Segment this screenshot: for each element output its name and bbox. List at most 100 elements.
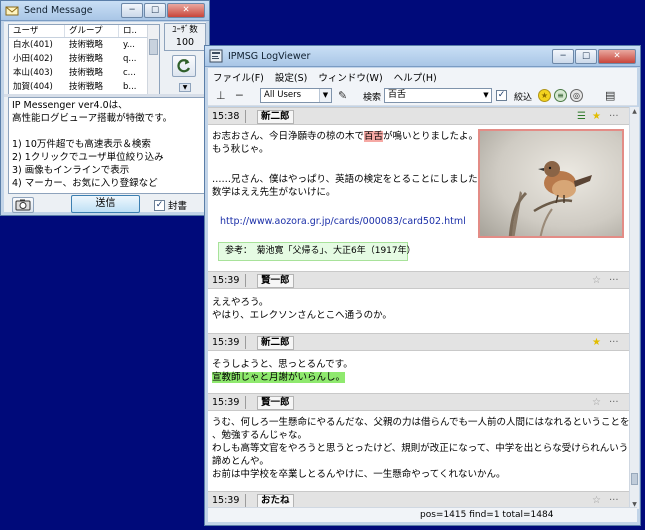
menu-window[interactable]: ウィンドウ(W) (318, 70, 382, 84)
user-name: 白水(401) (13, 40, 53, 50)
bird-image (480, 131, 622, 236)
log-titlebar[interactable]: IPMSG LogViewer ─ □ ✕ (205, 46, 640, 67)
list-item[interactable]: 白水(401) 技術戦略 y... (9, 38, 159, 52)
user-filter-value: All Users (264, 90, 302, 100)
log-list[interactable]: 15:38 新二郎 ☰ ★ ··· お志おさん、今日浄願寺の椋の木で百舌が鳴いと… (208, 107, 629, 509)
message-header[interactable]: 15:39 新二郎 ★ ··· (208, 333, 629, 351)
message-line: 宣教師じゃと月謝がいらんし。 (212, 371, 346, 384)
list-item[interactable]: 加賀(404) 技術戦略 b... (9, 80, 159, 94)
list-item[interactable]: 本山(403) 技術戦略 c... (9, 66, 159, 80)
capture-button[interactable] (12, 197, 34, 213)
message-line: 1) 10万件超でも高速表示＆検索 (12, 139, 151, 150)
search-label: 検索 (363, 93, 382, 103)
message-input[interactable]: IP Messenger ver4.0は、 高性能ログビューア搭載が特徴です。 … (8, 97, 209, 194)
pencil-icon[interactable]: ✎ (338, 89, 347, 103)
send-button[interactable]: 送信 (71, 195, 140, 213)
clip-filter-icon[interactable]: ◎ (570, 89, 583, 102)
envelope-icon (5, 6, 19, 15)
message-header[interactable]: 15:39 賢一郎 ☆ ··· (208, 393, 629, 411)
log-scrollbar[interactable]: ▲ ▼ (629, 107, 639, 509)
minus-icon[interactable]: ─ (236, 89, 243, 103)
message-line: うむ、何しろ一生懸命にやるんだな、父親の力は借らんでも一人前の人間にはなれるとい… (212, 417, 629, 428)
column-header-group[interactable]: グループ (65, 25, 119, 37)
message-line: 数学はええ先生がないけに。 (212, 187, 336, 198)
expand-button[interactable]: ▼ (179, 83, 191, 92)
message-header[interactable]: 15:38 新二郎 ☰ ★ ··· (208, 107, 629, 125)
message-link[interactable]: http://www.aozora.gr.jp/cards/000083/car… (220, 216, 466, 227)
message-sender[interactable]: 新二郎 (257, 336, 294, 350)
send-titlebar[interactable]: Send Message ─ □ ✕ (1, 1, 209, 21)
menu-settings[interactable]: 設定(S) (275, 70, 307, 84)
scroll-thumb[interactable] (631, 473, 638, 485)
user-group: 技術戦略 (69, 82, 104, 92)
list-icon[interactable]: ☰ (577, 110, 586, 123)
more-icon[interactable]: ··· (609, 274, 619, 287)
message-line: わしも高等文官をやろうと思うとったけど、規則が改正になって、中学を出とらな受けら… (212, 443, 629, 454)
user-host: c... (123, 68, 136, 78)
search-value: 百舌 (388, 90, 407, 100)
search-checkbox[interactable]: ✓ (496, 90, 507, 101)
message-line: ……兄さん、僕はやっぱり、英語の検定をとることにしました。 (212, 174, 488, 185)
message-line: IP Messenger ver4.0は、 (12, 100, 128, 111)
refresh-button[interactable] (172, 55, 196, 77)
menu-file[interactable]: ファイル(F) (213, 70, 264, 84)
close-button[interactable]: ✕ (598, 48, 636, 64)
user-count-box: ﾕｰｻﾞ数 100 (164, 23, 206, 51)
user-name: 小田(402) (13, 54, 53, 64)
search-hit: 百舌 (364, 131, 384, 142)
document-icon[interactable]: ▤ (605, 89, 615, 103)
message-line (12, 125, 205, 138)
search-input[interactable]: 百舌 ▼ (384, 88, 492, 103)
menu-help[interactable]: ヘルプ(H) (394, 70, 437, 84)
close-button[interactable]: ✕ (167, 3, 205, 18)
message-text: が鳴いとりましたよ。 (383, 131, 479, 142)
more-icon[interactable]: ··· (609, 336, 619, 349)
pin-icon[interactable]: ⊥ (216, 89, 226, 103)
list-item[interactable]: 小田(402) 技術戦略 q... (9, 52, 159, 66)
user-group: 技術戦略 (69, 68, 104, 78)
message-text: お志おさん、今日浄願寺の椋の木で (212, 131, 365, 142)
camera-icon (15, 199, 31, 211)
star-icon[interactable]: ★ (592, 336, 601, 349)
bird-photo[interactable] (478, 129, 624, 238)
reference-note: 参考： 菊池寛「父帰る」、大正6年（1917年） (218, 242, 416, 261)
message-header[interactable]: 15:39 賢一郎 ☆ ··· (208, 271, 629, 289)
message-sender[interactable]: 新二郎 (257, 110, 294, 124)
minimize-button[interactable]: ─ (552, 48, 574, 64)
user-host: y... (123, 40, 135, 50)
message-sender[interactable]: おたね (257, 494, 294, 508)
message-line: 、勉強するんじゃな。 (212, 430, 308, 441)
column-header-user[interactable]: ユーザ (9, 25, 65, 37)
seal-checkbox[interactable]: ✓ (154, 199, 165, 211)
more-icon[interactable]: ··· (609, 110, 619, 123)
star-outline-icon[interactable]: ☆ (592, 494, 601, 507)
star-outline-icon[interactable]: ☆ (592, 274, 601, 287)
seal-toggle[interactable]: ✓ 封書 (154, 198, 187, 212)
app-icon (209, 49, 223, 63)
star-filter-icon[interactable]: ★ (538, 89, 551, 102)
maximize-button[interactable]: □ (144, 3, 166, 18)
star-icon[interactable]: ★ (592, 110, 601, 123)
list-filter-icon[interactable]: ≡ (554, 89, 567, 102)
user-group: 技術戦略 (69, 40, 104, 50)
user-host: b... (123, 82, 137, 92)
chevron-down-icon[interactable]: ▼ (481, 89, 491, 102)
column-header-host[interactable]: ロ.. (119, 25, 149, 37)
message-line: 3) 画像もインラインで表示 (12, 165, 130, 176)
star-outline-icon[interactable]: ☆ (592, 396, 601, 409)
message-sender[interactable]: 賢一郎 (257, 274, 294, 288)
more-icon[interactable]: ··· (609, 396, 619, 409)
user-name: 加賀(404) (13, 82, 53, 92)
more-icon[interactable]: ··· (609, 494, 619, 507)
message-sender[interactable]: 賢一郎 (257, 396, 294, 410)
message-line: 高性能ログビューア搭載が特徴です。 (12, 113, 173, 124)
chevron-down-icon[interactable]: ▼ (319, 89, 331, 102)
user-filter-select[interactable]: All Users ▼ (260, 88, 332, 103)
user-count-label: ﾕｰｻﾞ数 (172, 25, 198, 35)
maximize-button[interactable]: □ (575, 48, 597, 64)
message-line: もう秋じゃ。 (212, 144, 269, 155)
user-group: 技術戦略 (69, 54, 104, 64)
scroll-up-icon[interactable]: ▲ (630, 107, 639, 116)
menu-bar: ファイル(F) 設定(S) ウィンドウ(W) ヘルプ(H) (208, 68, 637, 86)
minimize-button[interactable]: ─ (121, 3, 143, 18)
